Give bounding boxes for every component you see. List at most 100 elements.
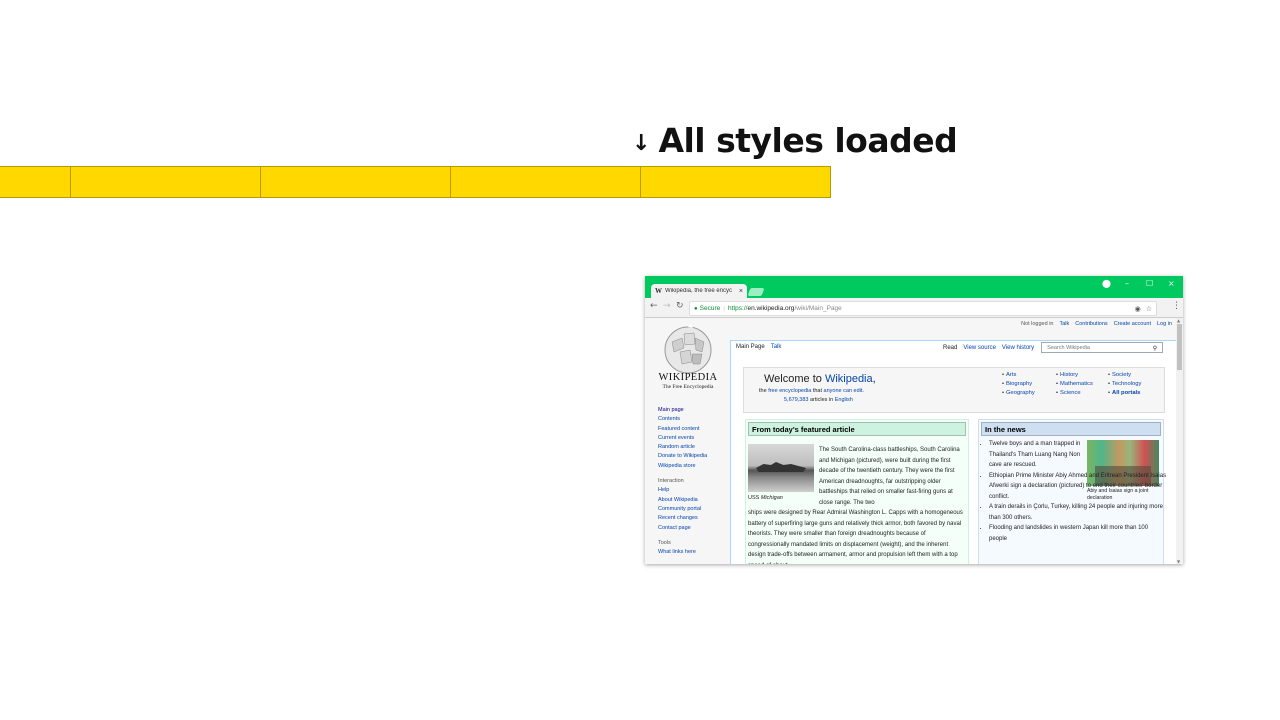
back-icon[interactable]: ← [650, 301, 658, 311]
timeline-segment [71, 166, 261, 198]
welcome-title: Welcome to Wikipedia, [764, 373, 876, 385]
news-item: A train derails in Çorlu, Turkey, killin… [989, 502, 1167, 523]
address-bar: ← → ↻ ● Secure | https:// en.wikipedia.o… [645, 298, 1183, 318]
portal-item-all[interactable]: • All portals [1108, 390, 1160, 396]
not-logged-in: Not logged in [1021, 321, 1054, 327]
tab-title: Wikipedia, the free encyc [665, 288, 733, 294]
timeline-segment [261, 166, 451, 198]
portal-list: • Arts • History • Society • Biography • Math… [1002, 372, 1160, 396]
tab-view-source[interactable]: View source [960, 343, 999, 353]
portal-item[interactable]: • Mathematics [1056, 381, 1108, 387]
close-window-icon[interactable]: × [1168, 279, 1175, 288]
sidebar-item-random-article[interactable]: Random article [658, 443, 707, 452]
sidebar-item-about[interactable]: About Wikipedia [658, 496, 707, 505]
extension-icon[interactable]: ◉ [1135, 305, 1141, 313]
news-item: Ethiopian Prime Minister Abiy Ahmed and … [989, 471, 1167, 503]
portal-item[interactable]: • History [1056, 372, 1108, 378]
minimize-icon[interactable]: – [1125, 279, 1129, 288]
tab-view-history[interactable]: View history [999, 343, 1037, 353]
article-count: 5,679,383 articles in English [784, 397, 853, 403]
featured-article-text-continued: ships were designed by Rear Admiral Wash… [748, 510, 963, 564]
wikipedia-tagline: The Free Encyclopedia [662, 384, 714, 390]
free-encyclopedia-link[interactable]: free encyclopedia [768, 388, 811, 394]
tab-read[interactable]: Read [940, 343, 960, 353]
timeline-segment [451, 166, 641, 198]
wikipedia-link[interactable]: Wikipedia [825, 373, 873, 385]
forward-icon[interactable]: → [663, 301, 671, 311]
url-host: en.wikipedia.org [747, 305, 795, 312]
sidebar-item-contact[interactable]: Contact page [658, 524, 707, 533]
star-icon[interactable]: ☆ [1146, 305, 1152, 313]
sidebar-item-what-links-here[interactable]: What links here [658, 548, 707, 557]
create-account-link[interactable]: Create account [1114, 321, 1151, 327]
url-scheme: https:// [727, 305, 748, 312]
page-scrollbar[interactable]: ▲ ▼ [1176, 318, 1183, 564]
browser-window: W Wikipedia, the free encyc × ⬤ – ☐ × ← … [645, 276, 1183, 564]
featured-article-image[interactable] [748, 444, 814, 492]
secure-label: Secure [699, 305, 721, 312]
tab-talk[interactable]: Talk [768, 342, 785, 352]
view-tabs: Read View source View history Search Wik… [940, 342, 1164, 354]
maximize-icon[interactable]: ☐ [1146, 279, 1153, 288]
search-placeholder: Search Wikipedia [1047, 344, 1090, 351]
portal-item[interactable]: • Society [1108, 372, 1160, 378]
anyone-can-edit-link[interactable]: anyone can edit [824, 388, 863, 394]
sidebar: Main page Contents Featured content Curr… [658, 406, 707, 557]
sidebar-item-featured-content[interactable]: Featured content [658, 425, 707, 434]
new-tab-button[interactable] [747, 288, 765, 296]
slide-title: ↓ All styles loaded [632, 118, 958, 162]
timeline-segment [641, 166, 831, 198]
portal-item[interactable]: • Biography [1002, 381, 1056, 387]
english-link[interactable]: English [835, 397, 853, 403]
news-item: Twelve boys and a man trapped in Thailan… [989, 439, 1167, 471]
load-timeline [0, 166, 831, 198]
reload-icon[interactable]: ↻ [676, 301, 684, 311]
timeline-segment [0, 166, 71, 198]
tab-close-icon[interactable]: × [739, 288, 743, 295]
welcome-banner: Welcome to Wikipedia, the free encyclope… [743, 367, 1165, 413]
sidebar-item-donate[interactable]: Donate to Wikipedia [658, 452, 707, 461]
url-field[interactable]: ● Secure | https:// en.wikipedia.org /wi… [689, 301, 1157, 316]
news-list: Twelve boys and a man trapped in Thailan… [983, 439, 1167, 544]
contributions-link[interactable]: Contributions [1075, 321, 1107, 327]
wikipedia-page: Not logged in Talk Contributions Create … [645, 318, 1176, 564]
portal-item[interactable]: • Geography [1002, 390, 1056, 396]
portal-item[interactable]: • Technology [1108, 381, 1160, 387]
slide-title-text: All styles loaded [658, 120, 958, 160]
article-count-link[interactable]: 5,679,383 [784, 397, 808, 403]
url-separator: | [723, 305, 725, 312]
browser-tab[interactable]: W Wikipedia, the free encyc × [651, 284, 747, 298]
in-the-news-box: In the news Abiy and Isaias sign a joint… [978, 419, 1167, 564]
scroll-down-icon[interactable]: ▼ [1177, 559, 1180, 564]
tab-main-page[interactable]: Main Page [733, 342, 768, 352]
menu-icon[interactable]: ⋮ [1172, 301, 1181, 311]
browser-titlebar: W Wikipedia, the free encyc × ⬤ – ☐ × [645, 276, 1183, 298]
scrollbar-thumb[interactable] [1177, 324, 1182, 370]
sidebar-item-help[interactable]: Help [658, 486, 707, 495]
down-arrow-icon: ↓ [632, 130, 651, 156]
sidebar-item-recent-changes[interactable]: Recent changes [658, 514, 707, 523]
sidebar-item-store[interactable]: Wikipedia store [658, 462, 707, 471]
wikipedia-wordmark: Wikipedia [658, 372, 718, 383]
featured-article-caption: USS Michigan [748, 495, 783, 501]
search-icon[interactable]: ⚲ [1150, 343, 1160, 354]
profile-icon[interactable]: ⬤ [1102, 279, 1111, 288]
scroll-up-icon[interactable]: ▲ [1177, 318, 1180, 323]
sidebar-item-main-page[interactable]: Main page [658, 406, 707, 415]
sidebar-item-contents[interactable]: Contents [658, 415, 707, 424]
portal-item[interactable]: • Arts [1002, 372, 1056, 378]
featured-article-box: From today's featured article USS Michig… [745, 419, 969, 564]
sidebar-item-community-portal[interactable]: Community portal [658, 505, 707, 514]
sidebar-item-current-events[interactable]: Current events [658, 434, 707, 443]
welcome-subtitle: the free encyclopedia that anyone can ed… [759, 388, 864, 394]
user-tools: Not logged in Talk Contributions Create … [1021, 321, 1172, 327]
portal-item[interactable]: • Science [1056, 390, 1108, 396]
search-input[interactable]: Search Wikipedia ⚲ [1041, 342, 1164, 354]
featured-article-header: From today's featured article [748, 422, 966, 436]
talk-link[interactable]: Talk [1059, 321, 1069, 327]
wikipedia-globe-logo[interactable] [662, 324, 714, 376]
wikipedia-favicon-icon: W [655, 287, 662, 295]
news-item: Flooding and landslides in western Japan… [989, 523, 1167, 544]
namespace-tabs: Main Page Talk [733, 342, 784, 352]
log-in-link[interactable]: Log in [1157, 321, 1172, 327]
